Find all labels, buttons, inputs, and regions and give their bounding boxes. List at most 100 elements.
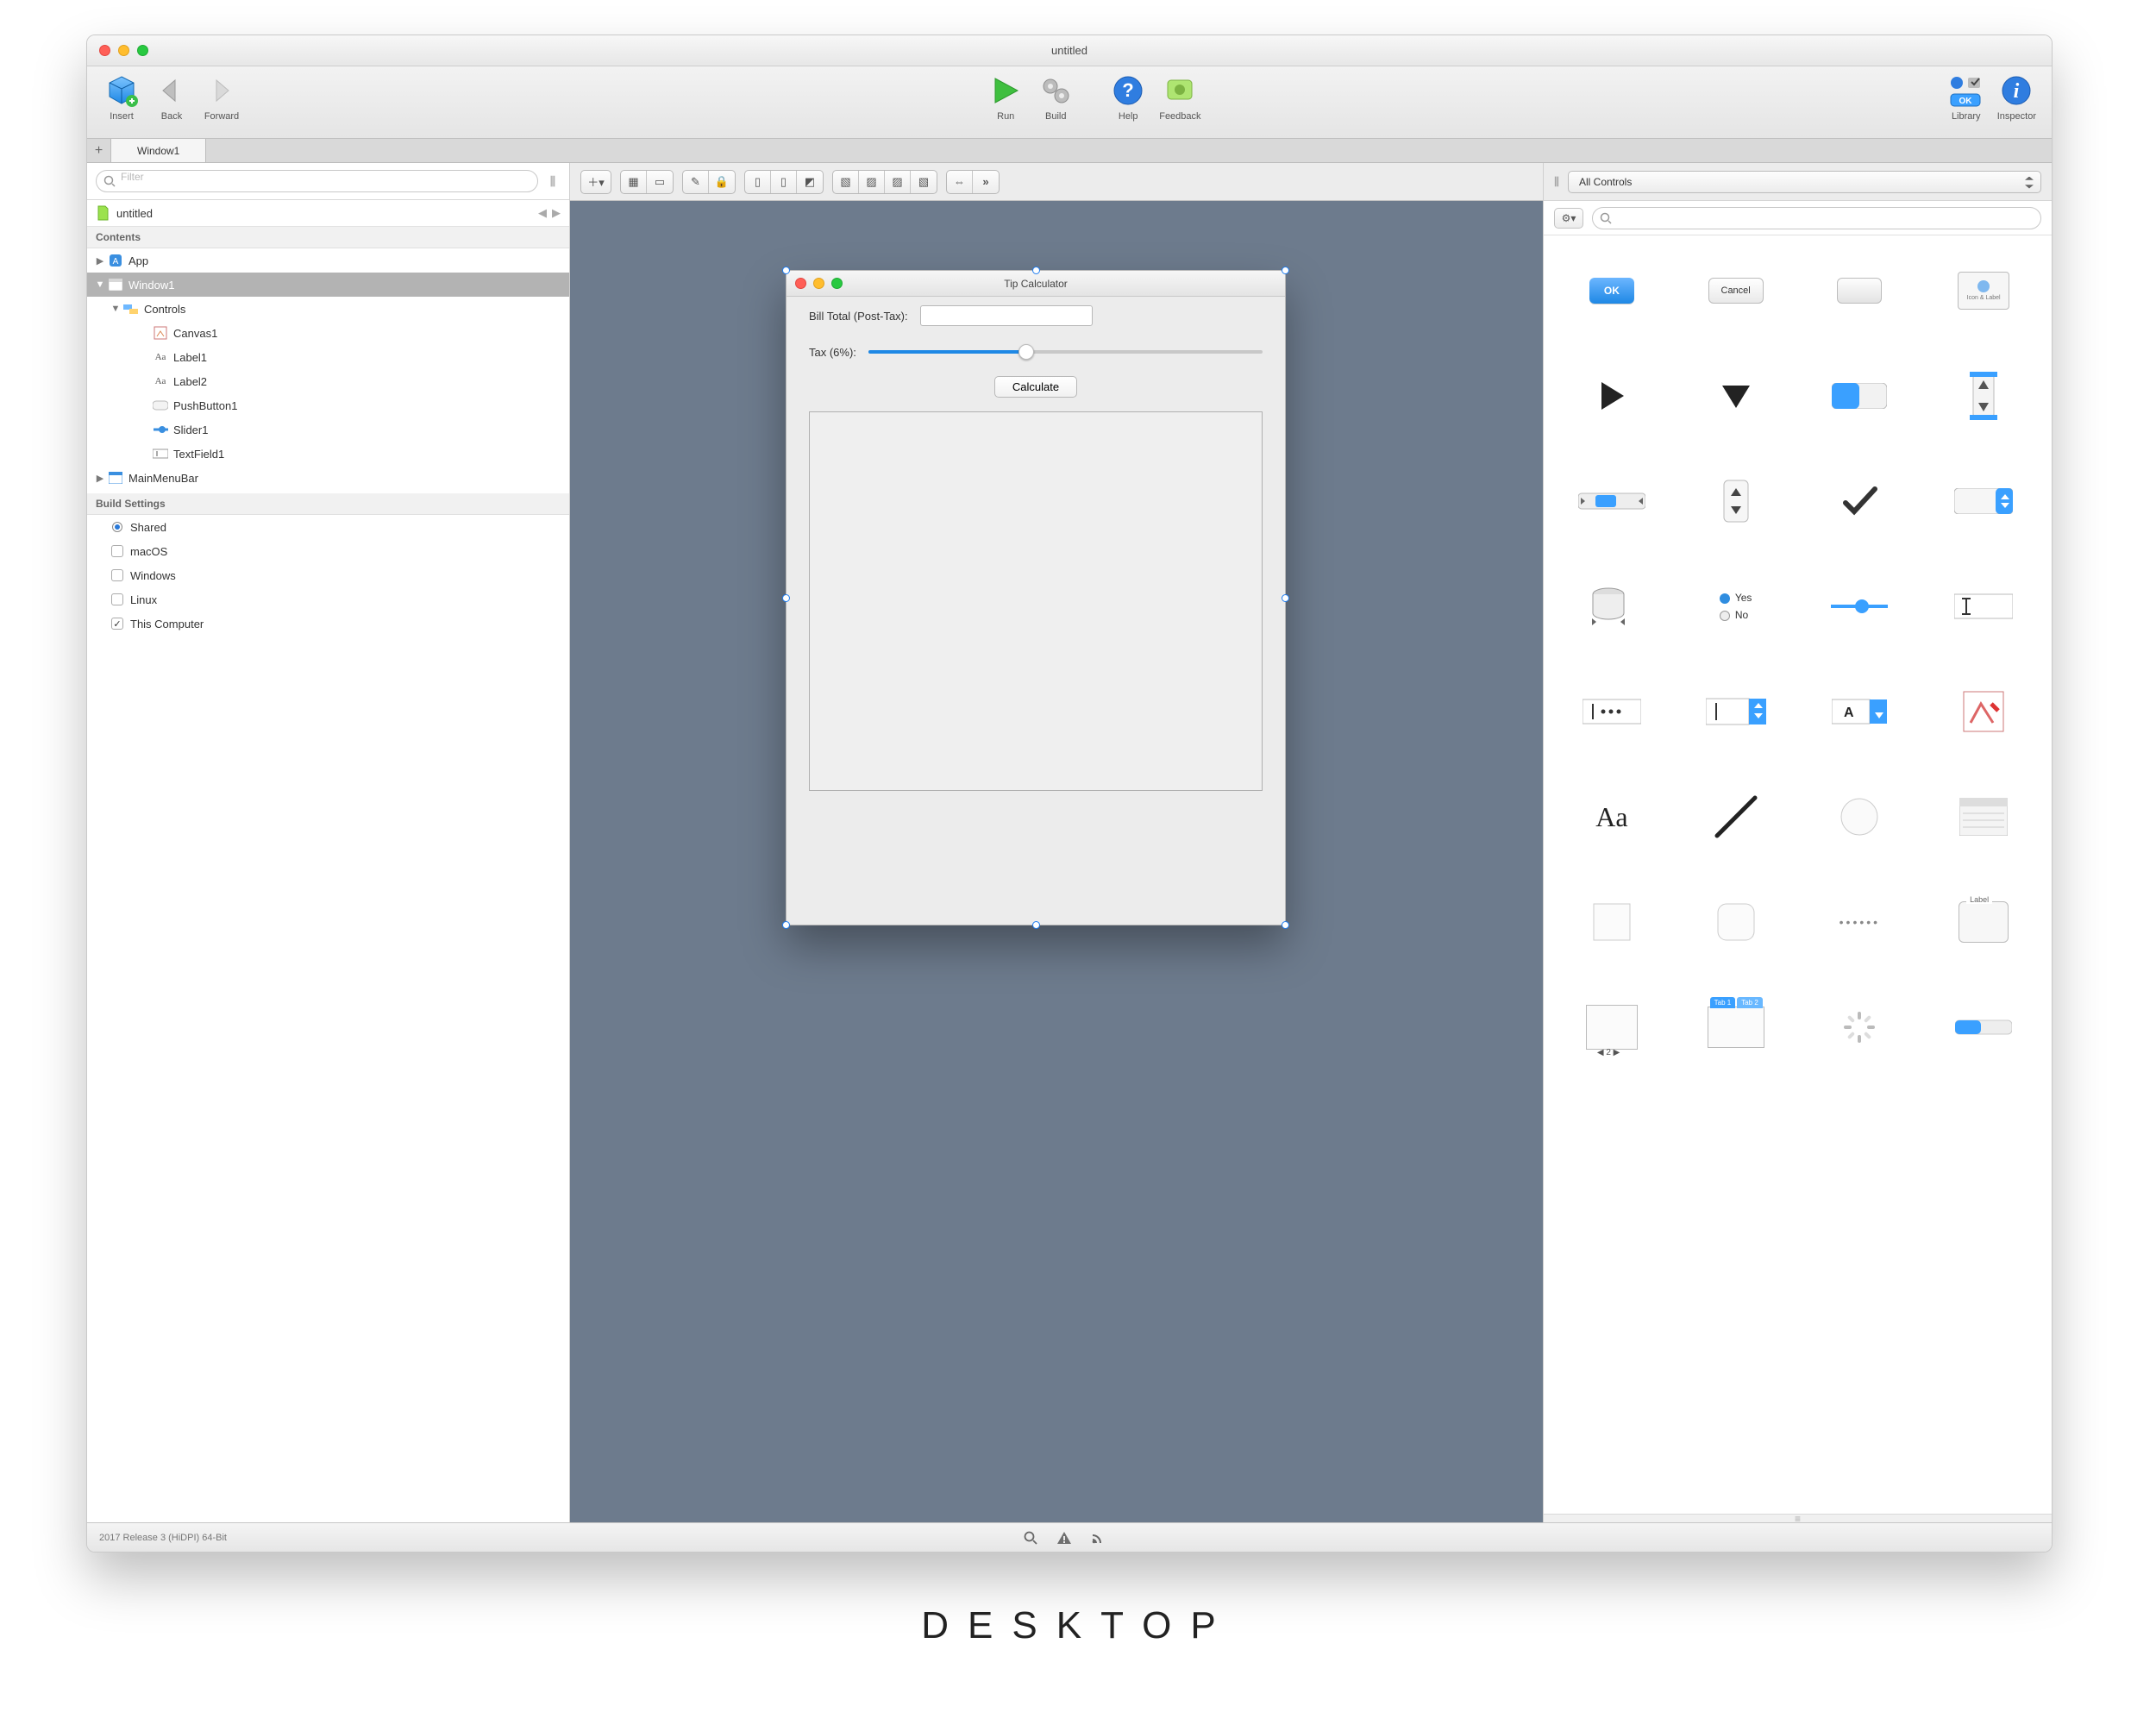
order-front-icon[interactable]: ▧ — [833, 171, 859, 193]
tree-label1[interactable]: AaLabel1 — [87, 345, 569, 369]
build-linux[interactable]: Linux — [87, 587, 569, 612]
line-item[interactable] — [1683, 774, 1789, 860]
minimize-icon[interactable] — [118, 45, 129, 56]
nav-next-icon[interactable]: ▶ — [552, 206, 561, 220]
tree-canvas1[interactable]: Canvas1 — [87, 321, 569, 345]
canvas-item[interactable] — [1931, 668, 2036, 755]
combobox-item[interactable] — [1683, 668, 1789, 755]
columns-icon[interactable]: ⫼ — [1554, 175, 1559, 189]
default-button-item[interactable]: OK — [1559, 248, 1664, 334]
resize-handle-icon[interactable] — [1032, 267, 1040, 274]
resize-handle-icon[interactable] — [1032, 921, 1040, 929]
forward-button[interactable]: Forward — [203, 72, 241, 122]
tree-pushbutton1[interactable]: PushButton1 — [87, 393, 569, 417]
disclosure-right-item[interactable] — [1559, 353, 1664, 439]
library-resize-handle[interactable]: ≡ — [1544, 1514, 2052, 1522]
build-macos[interactable]: macOS — [87, 539, 569, 563]
resize-handle-icon[interactable] — [1282, 594, 1289, 602]
view-form-icon[interactable]: ▭ — [647, 171, 673, 193]
align-left-icon[interactable]: ▯ — [745, 171, 771, 193]
columns-icon[interactable]: ⫼ — [545, 174, 561, 189]
scrollbar-item[interactable] — [1559, 458, 1664, 544]
filter-input[interactable]: Filter — [96, 170, 538, 192]
updown-item[interactable] — [1683, 458, 1789, 544]
database-item[interactable] — [1559, 563, 1664, 649]
disclosure-down-item[interactable] — [1683, 353, 1789, 439]
groupbox-item[interactable]: Label — [1931, 879, 2036, 965]
rect-item[interactable] — [1559, 879, 1664, 965]
radio-group-item[interactable]: YesNo — [1683, 563, 1789, 649]
tree-mainmenubar[interactable]: ▶MainMenuBar — [87, 466, 569, 490]
spinner-item[interactable] — [1808, 984, 1913, 1070]
build-this-computer[interactable]: ✓This Computer — [87, 612, 569, 636]
popup-item[interactable] — [1931, 458, 2036, 544]
label-item[interactable]: Aa — [1559, 774, 1664, 860]
resize-handle-icon[interactable] — [1282, 921, 1289, 929]
build-button[interactable]: Build — [1037, 72, 1075, 122]
warning-icon[interactable] — [1056, 1531, 1072, 1545]
pagepanel-item[interactable]: ◀ 2 ▶ — [1559, 984, 1664, 1070]
cancel-button-item[interactable]: Cancel — [1683, 248, 1789, 334]
separator-item[interactable]: •••••• — [1808, 879, 1913, 965]
nav-prev-icon[interactable]: ◀ — [538, 206, 547, 220]
tree-controls[interactable]: ▼Controls — [87, 297, 569, 321]
textfield-item[interactable] — [1931, 563, 2036, 649]
add-control-button[interactable]: ＋▾ — [581, 171, 611, 193]
bevel-button-item[interactable] — [1808, 248, 1913, 334]
rss-icon[interactable] — [1091, 1531, 1105, 1545]
tab-window1[interactable]: Window1 — [111, 139, 206, 162]
back-button[interactable]: Back — [153, 72, 191, 122]
insert-button[interactable]: Insert — [103, 72, 141, 122]
align-corner-icon[interactable]: ◩ — [797, 171, 823, 193]
roundrect-item[interactable] — [1683, 879, 1789, 965]
bill-input[interactable] — [920, 305, 1093, 326]
inspector-button[interactable]: i Inspector — [1997, 72, 2036, 122]
lock-icon[interactable]: 🔒 — [709, 171, 735, 193]
resize-handle-icon[interactable] — [782, 594, 790, 602]
library-gear-button[interactable]: ⚙▾ — [1554, 208, 1583, 229]
view-grid-icon[interactable]: ▦ — [621, 171, 647, 193]
project-header[interactable]: untitled ◀▶ — [87, 200, 569, 227]
add-tab-button[interactable]: + — [87, 139, 111, 162]
resize-handle-icon[interactable] — [782, 921, 790, 929]
tree-app[interactable]: ▶AApp — [87, 248, 569, 273]
library-selector[interactable]: All Controls — [1568, 171, 2041, 193]
slider-item[interactable] — [1808, 563, 1913, 649]
icon-label-button-item[interactable]: Icon & Label — [1931, 248, 2036, 334]
library-button[interactable]: OK Library — [1947, 72, 1985, 122]
library-search-input[interactable] — [1592, 207, 2041, 229]
order-back-icon[interactable]: ▧ — [911, 171, 937, 193]
order-forward-icon[interactable]: ▨ — [859, 171, 885, 193]
help-button[interactable]: ? Help — [1109, 72, 1147, 122]
password-item[interactable] — [1559, 668, 1664, 755]
fit-width-icon[interactable]: ⇔ — [947, 171, 973, 193]
more-icon[interactable]: » — [973, 171, 999, 193]
close-icon[interactable] — [99, 45, 110, 56]
progressbar-item[interactable] — [1931, 984, 2036, 1070]
run-button[interactable]: Run — [987, 72, 1025, 122]
segmented-item[interactable] — [1808, 353, 1913, 439]
tree-slider1[interactable]: Slider1 — [87, 417, 569, 442]
resize-handle-icon[interactable] — [1282, 267, 1289, 274]
output-canvas[interactable] — [809, 411, 1263, 791]
edit-icon[interactable]: ✎ — [683, 171, 709, 193]
oval-item[interactable] — [1808, 774, 1913, 860]
tree-window1[interactable]: ▼Window1 — [87, 273, 569, 297]
zoom-icon[interactable] — [137, 45, 148, 56]
listbox-item[interactable] — [1931, 774, 2036, 860]
order-backward-icon[interactable]: ▨ — [885, 171, 911, 193]
tabpanel-item[interactable]: Tab 1Tab 2 — [1683, 984, 1789, 1070]
designer-window[interactable]: Tip Calculator Bill Total (Post-Tax): Ta… — [786, 270, 1286, 925]
align-center-icon[interactable]: ▯ — [771, 171, 797, 193]
tree-label2[interactable]: AaLabel2 — [87, 369, 569, 393]
text-popup-item[interactable]: A — [1808, 668, 1913, 755]
search-icon[interactable] — [1024, 1531, 1037, 1545]
tree-textfield1[interactable]: TextField1 — [87, 442, 569, 466]
stepper-item[interactable] — [1931, 353, 2036, 439]
calculate-button[interactable]: Calculate — [994, 376, 1077, 398]
checkbox-item[interactable] — [1808, 458, 1913, 544]
tax-slider[interactable] — [868, 343, 1263, 361]
feedback-button[interactable]: Feedback — [1159, 72, 1200, 122]
resize-handle-icon[interactable] — [782, 267, 790, 274]
build-shared[interactable]: Shared — [87, 515, 569, 539]
